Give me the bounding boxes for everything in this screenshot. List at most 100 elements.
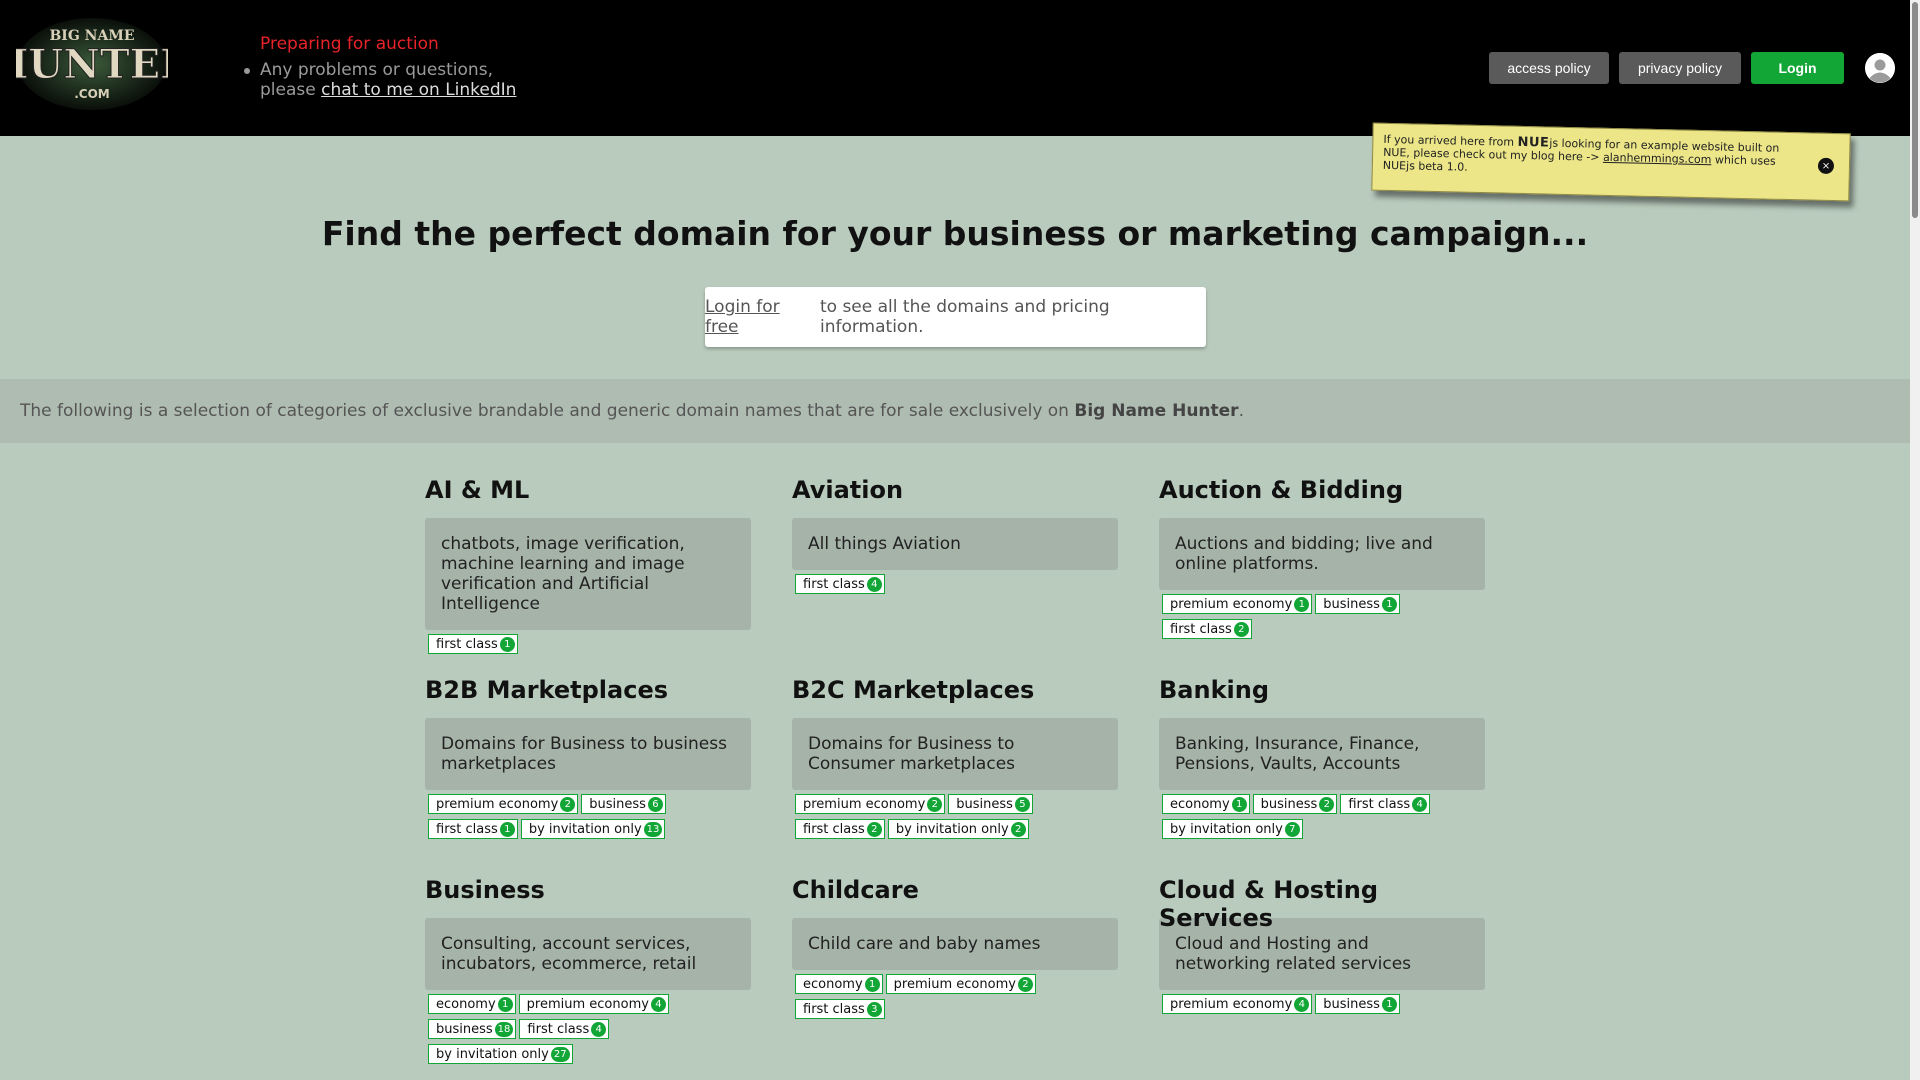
- category-title[interactable]: Childcare: [792, 876, 1118, 904]
- category-title[interactable]: Cloud & Hosting Services: [1159, 876, 1485, 932]
- tier-tag[interactable]: by invitation only 27: [428, 1044, 573, 1064]
- intro-text: The following is a selection of categori…: [20, 401, 1069, 421]
- tier-tag[interactable]: business 6: [581, 794, 666, 814]
- privacy-policy-button[interactable]: privacy policy: [1619, 52, 1741, 84]
- tier-tag[interactable]: business 2: [1252, 794, 1338, 814]
- tier-tag[interactable]: first class 1: [428, 819, 518, 839]
- header-notice: Preparing for auction Any problems or qu…: [243, 34, 516, 100]
- tier-tag-label: premium economy: [1170, 996, 1293, 1012]
- access-policy-button[interactable]: access policy: [1489, 52, 1609, 84]
- tier-count-badge: 2: [1319, 796, 1335, 812]
- close-icon[interactable]: ×: [1817, 157, 1835, 175]
- category-card: Banking Banking, Insurance, Finance, Pens…: [1159, 676, 1485, 876]
- category-description: chatbots, image verification, machine le…: [425, 518, 751, 630]
- tier-tag[interactable]: first class 2: [795, 819, 885, 839]
- category-description: All things Aviation: [792, 518, 1118, 570]
- scrollbar-thumb[interactable]: [1912, 2, 1918, 218]
- linkedin-chat-link[interactable]: chat to me on LinkedIn: [321, 80, 516, 100]
- category-title[interactable]: Banking: [1159, 676, 1485, 704]
- tier-tag-list: economy 1 business 2 first class 4 by invitati…: [1159, 794, 1485, 839]
- tier-tag[interactable]: first class 3: [795, 999, 885, 1019]
- tier-tag[interactable]: premium economy 2: [428, 794, 579, 814]
- page-scrollbar[interactable]: [1910, 0, 1920, 1080]
- tier-tag-label: first class: [803, 576, 865, 592]
- tier-tag[interactable]: economy 1: [428, 994, 516, 1014]
- tier-count-badge: 1: [499, 821, 515, 837]
- tier-tag[interactable]: economy 1: [1162, 794, 1250, 814]
- tier-tag[interactable]: premium economy 4: [1162, 994, 1313, 1014]
- logo-text-main: HUNTER: [16, 41, 168, 88]
- tier-tag[interactable]: business 1: [1315, 594, 1400, 614]
- intro-brand: Big Name Hunter: [1074, 401, 1239, 421]
- logo-text-bottom: .COM: [74, 87, 110, 101]
- category-card: Auction & Bidding Auctions and bidding; l…: [1159, 476, 1485, 676]
- tier-count-badge: 18: [494, 1021, 514, 1037]
- category-title[interactable]: Business: [425, 876, 751, 904]
- tier-tag[interactable]: by invitation only 7: [1162, 819, 1303, 839]
- category-grid: AI & ML chatbots, image verification, mac…: [425, 476, 1485, 1076]
- user-avatar-icon[interactable]: [1865, 53, 1895, 83]
- category-title[interactable]: Aviation: [792, 476, 1118, 504]
- category-description: Banking, Insurance, Finance, Pensions, V…: [1159, 718, 1485, 790]
- tier-tag-label: business: [589, 796, 646, 812]
- category-card: Childcare Child care and baby names econom…: [792, 876, 1118, 1076]
- tier-count-badge: 4: [591, 1021, 607, 1037]
- blog-link[interactable]: alanhemmings.com: [1603, 151, 1712, 166]
- tier-count-badge: 3: [866, 1001, 882, 1017]
- category-title[interactable]: B2B Marketplaces: [425, 676, 751, 704]
- tier-tag-label: premium economy: [526, 996, 649, 1012]
- tier-tag[interactable]: first class 1: [428, 634, 518, 654]
- tier-count-badge: 4: [1294, 996, 1310, 1012]
- tier-tag[interactable]: business 1: [1315, 994, 1400, 1014]
- tier-tag-label: first class: [1170, 621, 1232, 637]
- category-description: Child care and baby names: [792, 918, 1118, 970]
- tier-count-badge: 1: [1231, 796, 1247, 812]
- tier-count-badge: 4: [866, 576, 882, 592]
- tier-tag[interactable]: premium economy 1: [1162, 594, 1313, 614]
- tier-tag-label: premium economy: [893, 976, 1016, 992]
- tier-tag-list: economy 1 premium economy 4 business 18 first …: [425, 994, 751, 1064]
- tier-tag[interactable]: first class 4: [1340, 794, 1431, 814]
- intro-end: .: [1238, 401, 1244, 421]
- tier-tag-list: economy 1 premium economy 2 first class 3: [792, 974, 1118, 1019]
- tier-tag[interactable]: premium economy 2: [885, 974, 1036, 994]
- big-name-hunter-logo[interactable]: BIG NAME HUNTER .COM: [0, 14, 195, 112]
- tier-count-badge: 1: [1294, 596, 1310, 612]
- tier-tag[interactable]: business 5: [948, 794, 1033, 814]
- login-prompt: Login for free to see all the domains an…: [705, 287, 1206, 347]
- tier-count-badge: 1: [1381, 596, 1397, 612]
- tier-tag[interactable]: first class 4: [519, 1019, 610, 1039]
- tier-count-badge: 1: [497, 996, 513, 1012]
- login-for-free-link[interactable]: Login for free: [705, 297, 815, 337]
- intro-band: The following is a selection of categori…: [0, 379, 1910, 443]
- tier-tag[interactable]: first class 2: [1162, 619, 1252, 639]
- category-card: AI & ML chatbots, image verification, mac…: [425, 476, 751, 676]
- tier-tag[interactable]: by invitation only 13: [520, 819, 666, 839]
- tier-tag[interactable]: first class 4: [795, 574, 885, 594]
- tier-count-badge: 2: [927, 796, 943, 812]
- tier-tag-label: business: [1260, 796, 1318, 812]
- category-card: B2C Marketplaces Domains for Business to …: [792, 676, 1118, 876]
- tier-tag[interactable]: economy 1: [795, 974, 883, 994]
- help-please: please: [260, 80, 316, 100]
- tier-tag[interactable]: premium economy 2: [795, 794, 946, 814]
- category-title[interactable]: AI & ML: [425, 476, 751, 504]
- tier-tag-label: business: [956, 796, 1013, 812]
- avatar-icon: [1865, 53, 1895, 83]
- category-description: Domains for Business to Consumer marketp…: [792, 718, 1118, 790]
- category-title[interactable]: Auction & Bidding: [1159, 476, 1485, 504]
- help-prefix: Any problems or questions,: [260, 60, 493, 80]
- tier-tag[interactable]: by invitation only 2: [887, 819, 1029, 839]
- category-title[interactable]: B2C Marketplaces: [792, 676, 1118, 704]
- tier-tag-label: business: [1323, 596, 1380, 612]
- tier-tag[interactable]: premium economy 4: [518, 994, 669, 1014]
- login-button[interactable]: Login: [1751, 52, 1844, 84]
- site-header: BIG NAME HUNTER .COM Preparing for aucti…: [0, 0, 1910, 136]
- tier-count-badge: 1: [1381, 996, 1397, 1012]
- tier-count-badge: 2: [1010, 821, 1026, 837]
- category-description: Consulting, account services, incubators…: [425, 918, 751, 990]
- auction-status: Preparing for auction: [260, 34, 439, 54]
- tier-tag[interactable]: business 18: [428, 1019, 517, 1039]
- tier-tag-label: economy: [1170, 796, 1230, 812]
- tier-tag-label: first class: [1348, 796, 1411, 812]
